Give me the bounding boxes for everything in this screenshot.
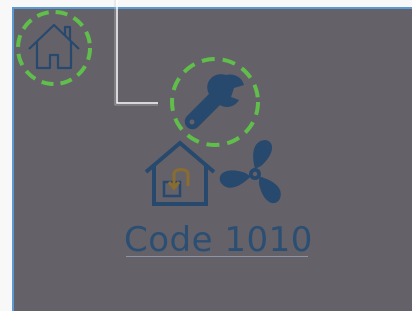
screen: Code 1010 — [0, 0, 412, 311]
code-underline — [126, 256, 308, 257]
house-with-arrow-icon — [140, 138, 220, 210]
fan-icon — [218, 138, 292, 210]
wrench-icon — [184, 74, 244, 130]
home-button[interactable] — [15, 9, 93, 87]
service-wrench-button[interactable] — [168, 55, 262, 149]
home-icon — [28, 23, 80, 70]
